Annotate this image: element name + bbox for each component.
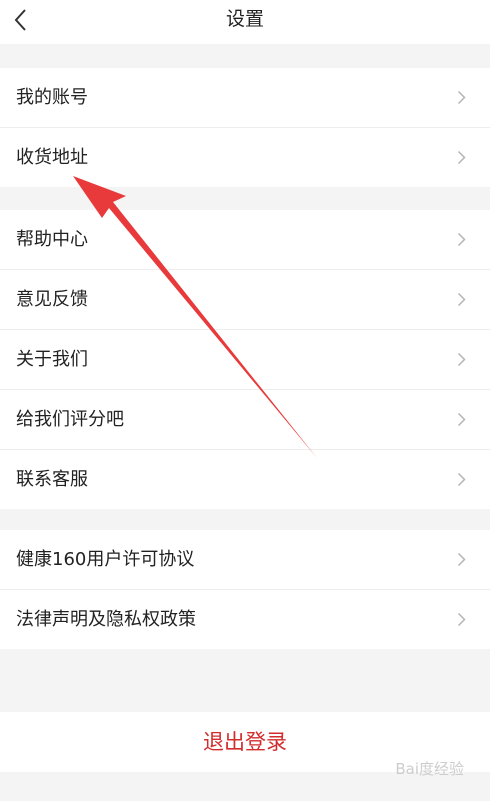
chevron-right-icon [457,352,466,367]
settings-item-privacy-policy[interactable]: 法律声明及隐私权政策 [0,590,490,649]
settings-item-label: 收货地址 [16,147,88,168]
chevron-right-icon [457,150,466,165]
settings-item-label: 健康160用户许可协议 [16,549,195,570]
chevron-right-icon [457,552,466,567]
settings-group-support: 帮助中心 意见反馈 关于我们 给我们评分吧 联系客服 [0,210,490,509]
settings-item-about-us[interactable]: 关于我们 [0,330,490,390]
settings-group-legal: 健康160用户许可协议 法律声明及隐私权政策 [0,530,490,649]
settings-item-my-account[interactable]: 我的账号 [0,68,490,128]
page-title: 设置 [225,8,264,30]
settings-item-feedback[interactable]: 意见反馈 [0,270,490,330]
chevron-right-icon [457,412,466,427]
watermark-text: Bai度经验 [395,760,464,778]
settings-item-label: 意见反馈 [16,289,88,310]
settings-group-account: 我的账号 收货地址 [0,68,490,187]
watermark-logo: Bai度经验 [395,758,464,779]
settings-item-label: 法律声明及隐私权政策 [16,609,196,630]
settings-item-label: 联系客服 [16,469,88,490]
chevron-right-icon [457,612,466,627]
settings-item-label: 帮助中心 [16,229,88,250]
settings-item-contact-service[interactable]: 联系客服 [0,450,490,509]
settings-item-shipping-address[interactable]: 收货地址 [0,128,490,187]
settings-item-user-license[interactable]: 健康160用户许可协议 [0,530,490,590]
chevron-right-icon [457,472,466,487]
chevron-right-icon [457,90,466,105]
settings-item-label: 给我们评分吧 [16,409,124,430]
settings-item-label: 我的账号 [16,87,88,108]
settings-item-help-center[interactable]: 帮助中心 [0,210,490,270]
nav-header: 设置 [0,0,490,44]
settings-item-label: 关于我们 [16,349,88,370]
chevron-right-icon [457,232,466,247]
settings-item-rate-us[interactable]: 给我们评分吧 [0,390,490,450]
chevron-right-icon [457,292,466,307]
